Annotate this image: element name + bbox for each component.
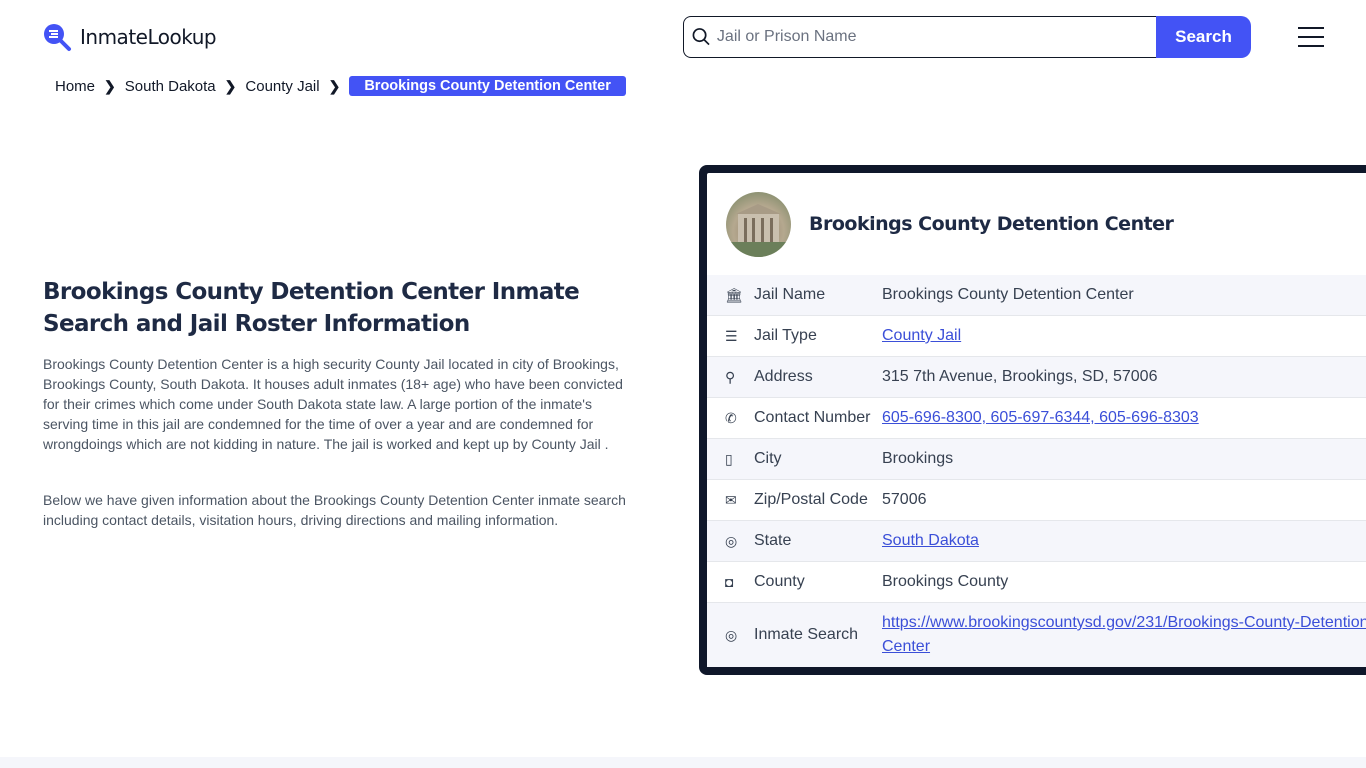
- detail-label: County: [754, 573, 805, 590]
- detail-label: Jail Name: [754, 286, 826, 303]
- detail-row: ✉ Zip/Postal Code 57006: [707, 480, 1366, 521]
- search-button[interactable]: Search: [1156, 16, 1251, 58]
- detail-label: Zip/Postal Code: [754, 491, 868, 508]
- detail-row: 🏛 Jail Name Brookings County Detention Cen…: [707, 275, 1366, 316]
- page-title: Brookings County Detention Center Inmate…: [43, 279, 580, 337]
- detail-row: ☰ Jail Type County Jail: [707, 316, 1366, 357]
- detail-value: Brookings County Detention Center: [882, 286, 1134, 303]
- card-title: Brookings County Detention Center: [809, 213, 1174, 235]
- detail-label: State: [754, 532, 792, 549]
- detail-link[interactable]: https://www.brookingscountysd.gov/231/Br…: [882, 614, 1366, 655]
- detail-value: Brookings: [882, 450, 954, 467]
- globe-icon: ◎: [725, 626, 738, 643]
- facility-details-table: 🏛 Jail Name Brookings County Detention Cen…: [707, 275, 1366, 667]
- detail-value: 315 7th Avenue, Brookings, SD, 57006: [882, 368, 1158, 385]
- hamburger-menu-icon[interactable]: [1298, 27, 1324, 47]
- globe-icon: ◎: [725, 532, 738, 549]
- facility-card: Brookings County Detention Center 🏛 Jail …: [699, 165, 1366, 675]
- detail-row: ◘ County Brookings County: [707, 562, 1366, 603]
- detail-label: Jail Type: [754, 327, 817, 344]
- mail-icon: ✉: [725, 491, 737, 508]
- search-input[interactable]: [716, 28, 1156, 46]
- chevron-right-icon: ❯: [328, 77, 341, 94]
- detail-row: ◎ Inmate Search https://www.brookingscount…: [707, 603, 1366, 667]
- map-icon: ▯: [725, 450, 733, 467]
- breadcrumb: Home ❯ South Dakota ❯ County Jail ❯ Brookin…: [55, 76, 626, 96]
- county-icon: ◘: [725, 574, 734, 590]
- detail-row: ✆ Contact Number 605-696-8300, 605-697-634…: [707, 398, 1366, 439]
- breadcrumb-current: Brookings County Detention Center: [349, 76, 626, 96]
- search-field: [683, 16, 1156, 58]
- breadcrumb-type[interactable]: County Jail: [245, 78, 319, 95]
- detail-link[interactable]: County Jail: [882, 327, 961, 344]
- phone-icon: ✆: [725, 409, 737, 426]
- detail-label: City: [754, 450, 782, 467]
- logo-text: InmateLookup: [80, 25, 217, 49]
- detail-value: Brookings County: [882, 573, 1009, 590]
- footer: [0, 757, 1366, 768]
- detail-link[interactable]: South Dakota: [882, 532, 979, 549]
- magnifier-logo-icon: [44, 24, 71, 51]
- detail-label: Contact Number: [754, 409, 871, 426]
- search-form: Search: [683, 16, 1251, 58]
- facility-photo: [726, 191, 791, 257]
- list-icon: ☰: [725, 327, 738, 344]
- search-icon: [692, 28, 710, 46]
- detail-row: ◎ State South Dakota: [707, 521, 1366, 562]
- detail-label: Address: [754, 368, 813, 385]
- bank-icon: 🏛: [725, 286, 743, 303]
- detail-label: Inmate Search: [754, 626, 859, 643]
- detail-row: ⚲ Address 315 7th Avenue, Brookings, SD, 5…: [707, 357, 1366, 398]
- intro-paragraph: Brookings County Detention Center is a h…: [43, 356, 623, 452]
- detail-link[interactable]: 605-696-8300, 605-697-6344, 605-696-8303: [882, 409, 1199, 426]
- detail-row: ▯ City Brookings: [707, 439, 1366, 480]
- breadcrumb-home[interactable]: Home: [55, 78, 95, 95]
- chevron-right-icon: ❯: [104, 77, 116, 94]
- info-paragraph: Below we have given information about th…: [43, 492, 626, 528]
- logo[interactable]: InmateLookup: [42, 22, 217, 52]
- breadcrumb-state[interactable]: South Dakota: [125, 78, 216, 95]
- chevron-right-icon: ❯: [224, 77, 237, 94]
- map-pin-icon: ⚲: [725, 368, 736, 385]
- detail-value: 57006: [882, 491, 927, 508]
